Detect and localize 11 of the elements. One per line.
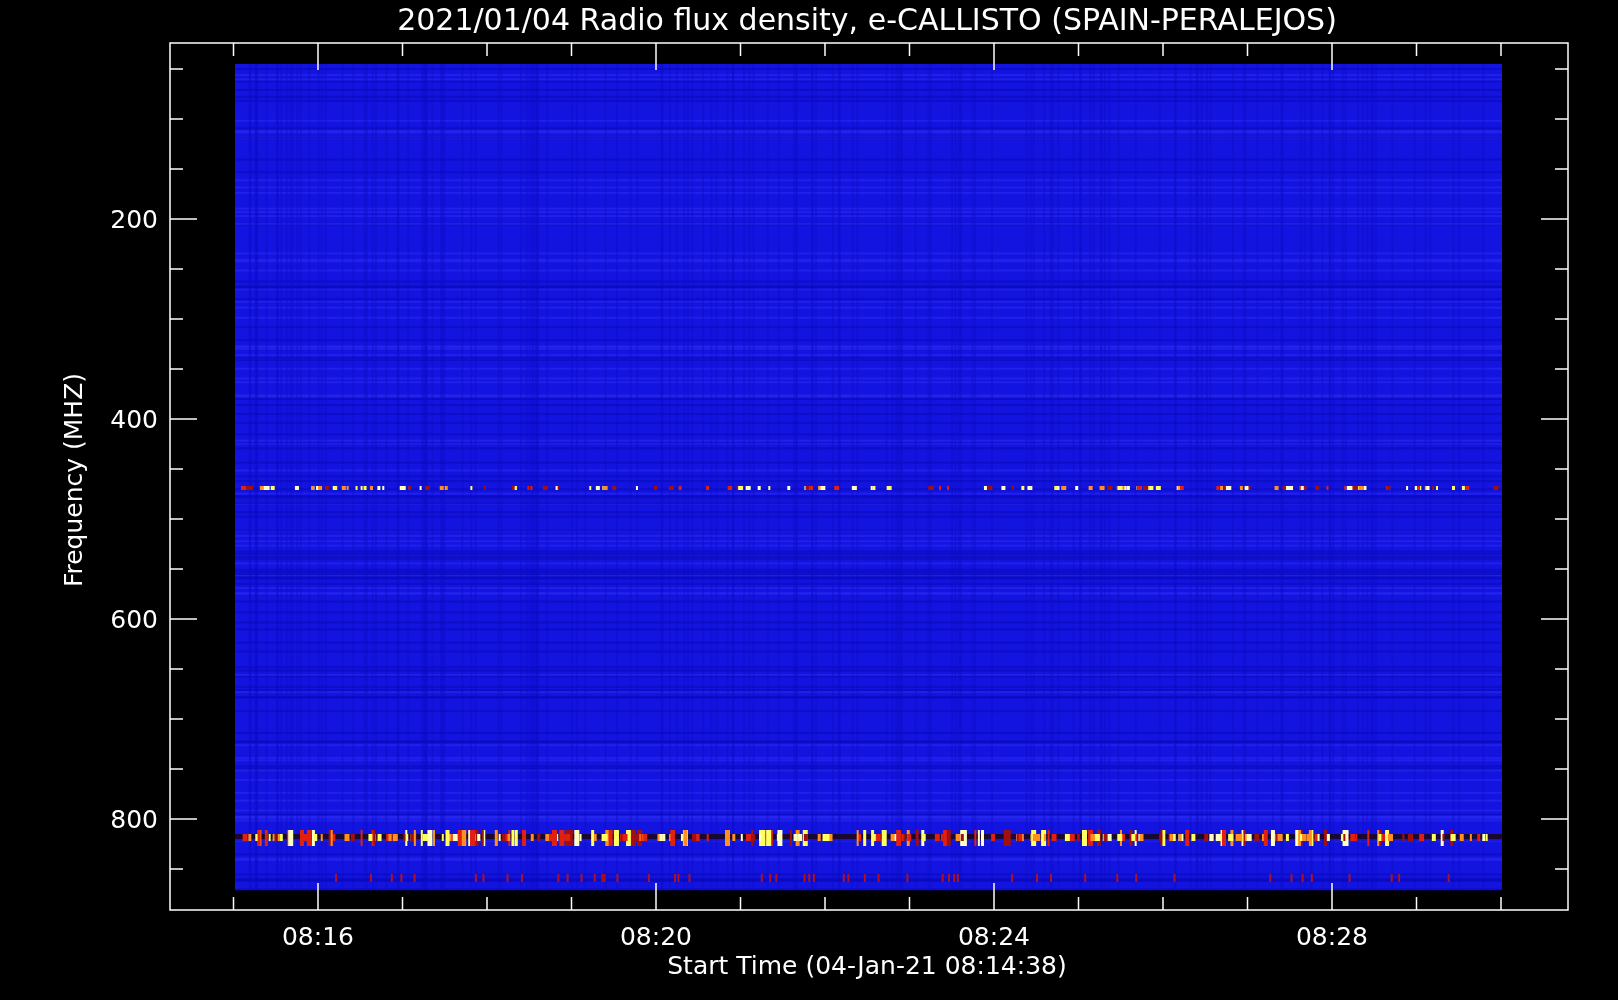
y-axis-label: Frequency (MHZ) (59, 372, 88, 588)
chart-title: 2021/01/04 Radio flux density, e-CALLISTO (SPAIN-PERALEJOS) (397, 2, 1337, 37)
y-tick-label: 400 (110, 405, 158, 434)
x-axis-label: Start Time (04-Jan-21 08:14:38) (667, 951, 1067, 980)
x-tick-label: 08:20 (620, 922, 692, 951)
x-tick-label: 08:24 (958, 922, 1030, 951)
y-tick-label: 200 (110, 205, 158, 234)
y-tick-label: 600 (110, 605, 158, 634)
x-tick-label: 08:16 (282, 922, 354, 951)
x-tick-label: 08:28 (1296, 922, 1368, 951)
y-tick-label: 800 (110, 805, 158, 834)
